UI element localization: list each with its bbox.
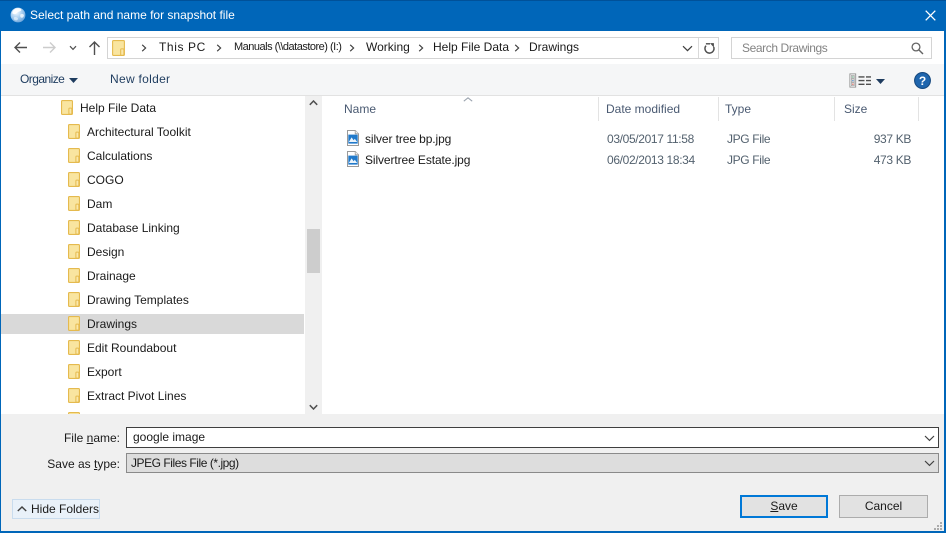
svg-text:?: ? — [919, 74, 926, 88]
